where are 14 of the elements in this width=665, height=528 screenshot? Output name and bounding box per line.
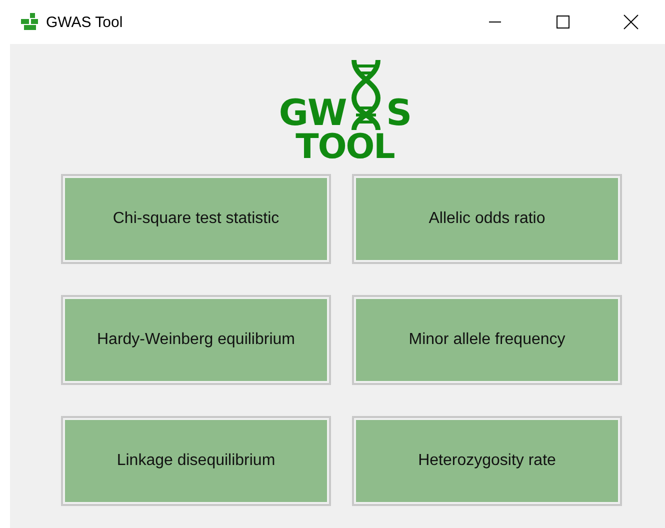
maximize-icon	[556, 15, 570, 29]
analysis-button[interactable]: Hardy-Weinberg equilibrium	[61, 295, 331, 385]
logo-text: TOOL	[296, 130, 394, 164]
logo-text: GW	[278, 96, 346, 132]
logo-text: S	[386, 96, 412, 132]
window-title: GWAS Tool	[46, 14, 124, 30]
minimize-icon	[488, 21, 502, 23]
close-icon	[623, 14, 639, 30]
app-icon	[20, 12, 40, 32]
analysis-button[interactable]: Chi-square test statistic	[61, 174, 331, 264]
analysis-button[interactable]: Linkage disequilibrium	[61, 416, 331, 506]
analysis-button[interactable]: Allelic odds ratio	[352, 174, 622, 264]
analysis-button[interactable]: Minor allele frequency	[352, 295, 622, 385]
analysis-button[interactable]: Heterozygosity rate	[352, 416, 622, 506]
